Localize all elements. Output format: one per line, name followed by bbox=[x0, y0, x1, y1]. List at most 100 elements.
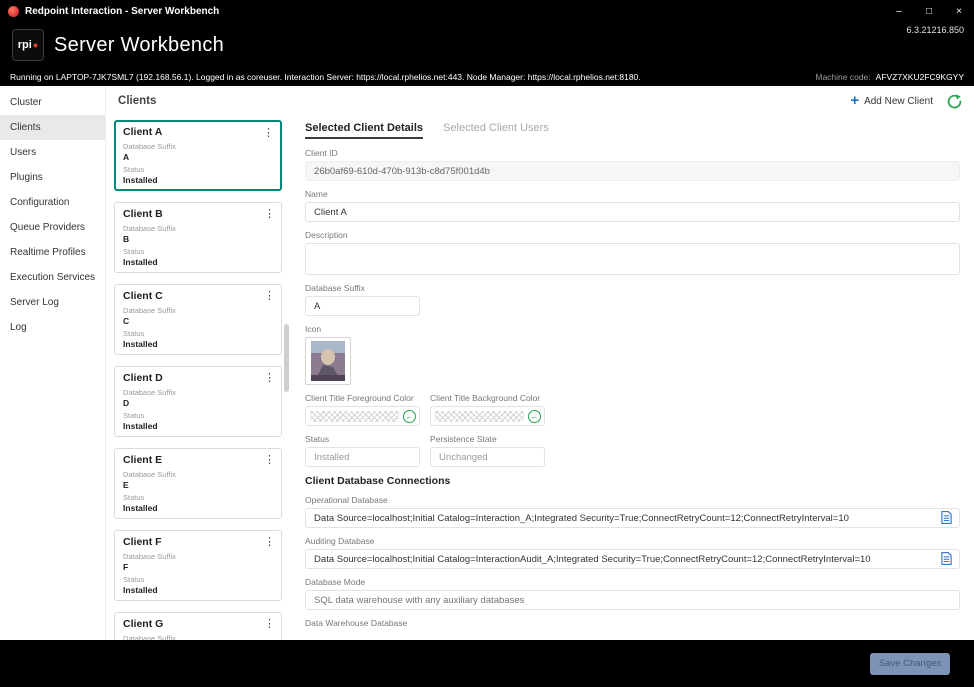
operational-db-script-icon[interactable] bbox=[941, 511, 952, 524]
fg-color-input[interactable]: ← bbox=[305, 406, 420, 426]
machine-code: Machine code:AFVZ7XKU2FC9KGYY bbox=[815, 72, 964, 82]
redpoint-logo-icon bbox=[8, 6, 19, 17]
client-card-db-suffix-label: Database Suffix bbox=[123, 307, 273, 315]
kebab-menu-icon[interactable]: ⋮ bbox=[263, 126, 274, 139]
sidebar-item-plugins[interactable]: Plugins bbox=[0, 165, 105, 190]
sidebar: ClusterClientsUsersPluginsConfigurationQ… bbox=[0, 86, 106, 640]
kebab-menu-icon[interactable]: ⋮ bbox=[264, 535, 275, 548]
sidebar-item-configuration[interactable]: Configuration bbox=[0, 190, 105, 215]
kebab-menu-icon[interactable]: ⋮ bbox=[264, 617, 275, 630]
sidebar-item-execution-services[interactable]: Execution Services bbox=[0, 265, 105, 290]
sidebar-item-users[interactable]: Users bbox=[0, 140, 105, 165]
operational-db-input[interactable] bbox=[305, 508, 960, 528]
operational-db-field-group: Operational Database bbox=[305, 495, 960, 528]
sidebar-item-realtime-profiles[interactable]: Realtime Profiles bbox=[0, 240, 105, 265]
database-mode-field-group: Database Mode bbox=[305, 577, 960, 610]
rpi-logo: rpi ● bbox=[12, 29, 44, 61]
sidebar-item-server-log[interactable]: Server Log bbox=[0, 290, 105, 315]
bg-color-input[interactable]: ← bbox=[430, 406, 545, 426]
client-card-name: Client A bbox=[123, 126, 273, 139]
operational-db-label: Operational Database bbox=[305, 495, 960, 505]
client-card[interactable]: Client B ⋮ Database Suffix B Status Inst… bbox=[114, 202, 282, 273]
database-suffix-field-group: Database Suffix bbox=[305, 283, 960, 316]
kebab-menu-icon[interactable]: ⋮ bbox=[264, 371, 275, 384]
plus-icon: + bbox=[850, 96, 859, 106]
content-area: Clients + Add New Client Cl bbox=[106, 86, 974, 640]
client-card-status-value: Installed bbox=[123, 258, 273, 267]
client-card-status-label: Status bbox=[123, 576, 273, 584]
status-bar: Running on LAPTOP-7JK7SML7 (192.168.56.1… bbox=[0, 68, 974, 86]
details-tabs: Selected Client Details Selected Client U… bbox=[305, 122, 960, 139]
save-changes-button[interactable]: Save Changes bbox=[870, 653, 950, 675]
footer-bar: Save Changes bbox=[0, 640, 974, 687]
client-card[interactable]: Client G ⋮ Database Suffix G Status Inst… bbox=[114, 612, 282, 640]
client-card[interactable]: Client D ⋮ Database Suffix D Status Inst… bbox=[114, 366, 282, 437]
close-button[interactable]: × bbox=[944, 0, 974, 22]
sidebar-item-cluster[interactable]: Cluster bbox=[0, 90, 105, 115]
client-card[interactable]: Client C ⋮ Database Suffix C Status Inst… bbox=[114, 284, 282, 355]
client-card-status-label: Status bbox=[123, 166, 273, 174]
connection-status-text: Running on LAPTOP-7JK7SML7 (192.168.56.1… bbox=[10, 72, 641, 82]
client-id-input[interactable] bbox=[305, 161, 960, 181]
status-field-group: Status bbox=[305, 434, 420, 467]
client-list-scrollbar[interactable] bbox=[284, 324, 289, 392]
bg-color-picker-icon[interactable]: ← bbox=[528, 410, 541, 423]
name-label: Name bbox=[305, 189, 960, 199]
content-header: Clients + Add New Client bbox=[106, 86, 974, 116]
page-title: Clients bbox=[118, 95, 156, 107]
title-colors-row: Client Title Foreground Color ← Client T… bbox=[305, 393, 960, 426]
client-card[interactable]: Client F ⋮ Database Suffix F Status Inst… bbox=[114, 530, 282, 601]
auditing-db-label: Auditing Database bbox=[305, 536, 960, 546]
add-new-client-button[interactable]: + Add New Client bbox=[850, 96, 933, 107]
tab-selected-client-users[interactable]: Selected Client Users bbox=[443, 122, 549, 139]
window-title: Redpoint Interaction - Server Workbench bbox=[25, 6, 219, 17]
database-suffix-input[interactable] bbox=[305, 296, 420, 316]
kebab-menu-icon[interactable]: ⋮ bbox=[264, 207, 275, 220]
description-label: Description bbox=[305, 230, 960, 240]
titlebar-left: Redpoint Interaction - Server Workbench bbox=[0, 6, 219, 17]
sidebar-item-queue-providers[interactable]: Queue Providers bbox=[0, 215, 105, 240]
description-field-group: Description bbox=[305, 230, 960, 275]
icon-field-group: Icon bbox=[305, 324, 960, 385]
client-card-db-suffix-label: Database Suffix bbox=[123, 635, 273, 640]
auditing-db-script-icon[interactable] bbox=[941, 552, 952, 565]
description-input[interactable] bbox=[305, 243, 960, 275]
client-card-name: Client C bbox=[123, 290, 273, 303]
client-card-status-value: Installed bbox=[123, 422, 273, 431]
kebab-menu-icon[interactable]: ⋮ bbox=[264, 453, 275, 466]
content-body: Client A ⋮ Database Suffix A Status Inst… bbox=[106, 116, 974, 640]
refresh-icon[interactable] bbox=[947, 94, 962, 109]
name-input[interactable] bbox=[305, 202, 960, 222]
status-input[interactable] bbox=[305, 447, 420, 467]
client-card-status-value: Installed bbox=[123, 176, 273, 185]
client-card-name: Client B bbox=[123, 208, 273, 221]
fg-color-picker-icon[interactable]: ← bbox=[403, 410, 416, 423]
client-icon-preview[interactable] bbox=[305, 337, 351, 385]
client-card-name: Client F bbox=[123, 536, 273, 549]
client-card-db-suffix-value: D bbox=[123, 399, 273, 408]
maximize-button[interactable]: □ bbox=[914, 0, 944, 22]
client-card-name: Client E bbox=[123, 454, 273, 467]
sidebar-item-clients[interactable]: Clients bbox=[0, 115, 105, 140]
status-row: Status Persistence State bbox=[305, 434, 960, 467]
client-card-db-suffix-label: Database Suffix bbox=[123, 143, 273, 151]
persistence-state-input[interactable] bbox=[430, 447, 545, 467]
client-card-db-suffix-label: Database Suffix bbox=[123, 553, 273, 561]
database-mode-input[interactable] bbox=[305, 590, 960, 610]
kebab-menu-icon[interactable]: ⋮ bbox=[264, 289, 275, 302]
database-suffix-label: Database Suffix bbox=[305, 283, 960, 293]
client-card-db-suffix-value: F bbox=[123, 563, 273, 572]
client-card[interactable]: Client A ⋮ Database Suffix A Status Inst… bbox=[114, 120, 282, 191]
app-header: rpi ● Server Workbench 6.3.21216.850 bbox=[0, 22, 974, 68]
tab-selected-client-details[interactable]: Selected Client Details bbox=[305, 122, 423, 139]
auditing-db-input[interactable] bbox=[305, 549, 960, 569]
machine-code-value: AFVZ7XKU2FC9KGYY bbox=[876, 72, 964, 82]
minimize-button[interactable]: – bbox=[884, 0, 914, 22]
persistence-field-group: Persistence State bbox=[430, 434, 545, 467]
sidebar-item-log[interactable]: Log bbox=[0, 315, 105, 340]
client-card[interactable]: Client E ⋮ Database Suffix E Status Inst… bbox=[114, 448, 282, 519]
bg-color-field-group: Client Title Background Color ← bbox=[430, 393, 545, 426]
persistence-state-label: Persistence State bbox=[430, 434, 545, 444]
client-id-field-group: Client ID bbox=[305, 148, 960, 181]
rpi-logo-text: rpi bbox=[18, 39, 32, 51]
